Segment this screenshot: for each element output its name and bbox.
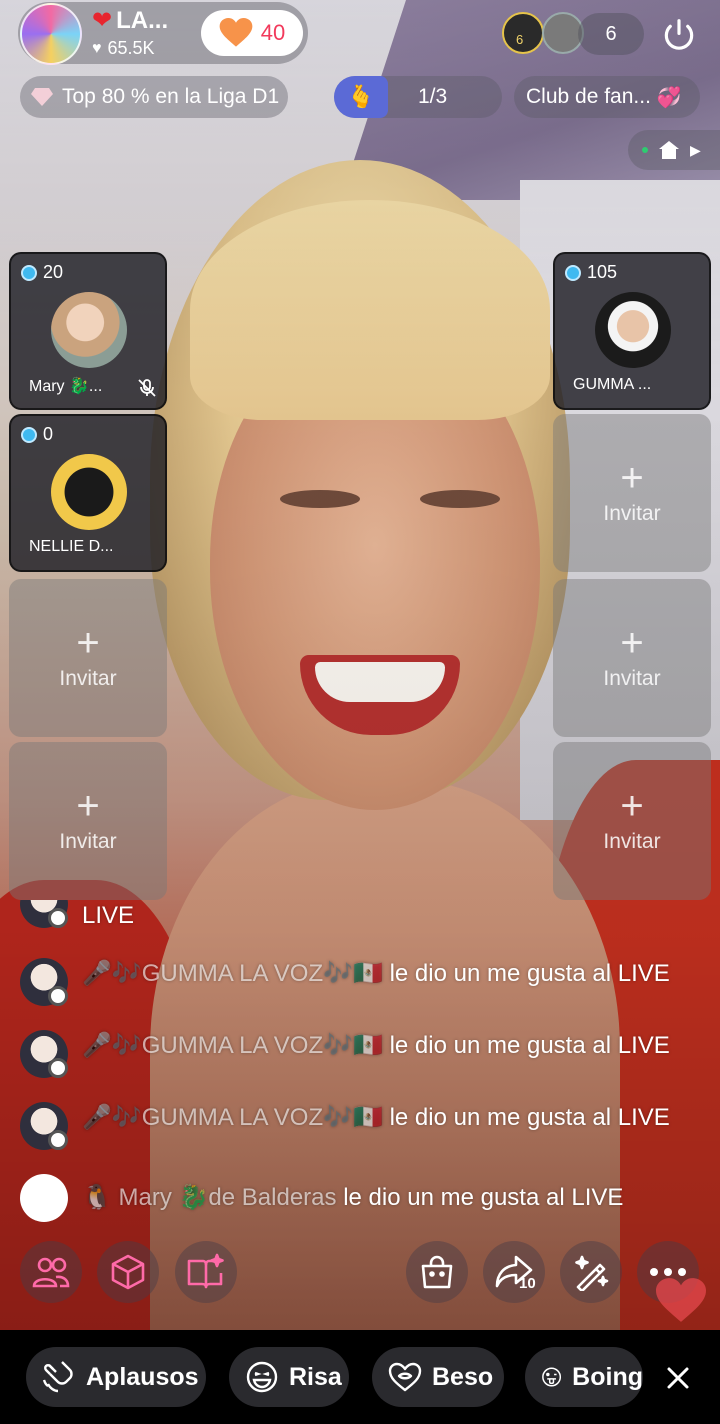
power-icon[interactable] [660,16,698,54]
guest-avatar[interactable] [595,292,671,368]
reaction-beso[interactable]: Beso [372,1347,504,1407]
users-icon [32,1257,70,1288]
guest-avatar[interactable] [51,454,127,530]
host-likes: ♥ 65.5K [92,38,155,58]
guest-score: 20 [21,262,63,283]
explore-button[interactable]: ▶ [628,130,720,170]
shop-button[interactable] [406,1241,468,1303]
badge-icon [48,986,68,1006]
kiss-icon [388,1362,422,1392]
invite-slot[interactable]: + Invitar [553,579,711,737]
guest-avatar[interactable] [51,292,127,368]
book-sparkle-icon [187,1253,224,1289]
beauty-button[interactable] [560,1241,622,1303]
host-avatar[interactable] [20,3,82,65]
status-dot-icon [642,147,648,153]
coin-icon [21,264,37,281]
guest-name: NELLIE D... [29,538,114,555]
home-icon [659,141,679,159]
effects-button[interactable] [97,1241,159,1303]
badge-icon [48,908,68,928]
follow-button[interactable]: 40 [201,10,303,56]
badge-icon [48,1130,68,1150]
comment-feed[interactable]: LIVE 🎤🎶GUMMA LA VOZ🎶🇲🇽 le dio un me gust… [20,900,710,1230]
floating-heart-icon [656,1278,706,1322]
heart-icon: ❤ [92,7,113,34]
clap-icon [42,1361,73,1393]
quick-reactions-bar: Aplausos Risa Beso Boing [0,1330,720,1424]
hand-gift-icon: 🫰 [334,76,388,118]
heart-icon: ♥ [92,39,102,57]
host-name[interactable]: ❤ LA... [92,6,168,35]
fan-club-badge[interactable]: Club de fan... 💞 [514,76,700,118]
plus-icon: + [620,456,644,500]
more-dots-icon [650,1268,686,1276]
invite-slot[interactable]: + Invitar [553,742,711,900]
viewer-count[interactable]: 6 [578,13,644,55]
guest-slot[interactable]: 105 GUMMA ... [553,252,711,410]
guest-score: 105 [565,262,617,283]
gift-goal[interactable]: 🫰 1/3 [334,76,502,118]
cube-icon [111,1254,145,1290]
badge-icon [48,1058,68,1078]
viewer-avatar[interactable]: 6 [502,12,544,54]
close-icon[interactable] [664,1364,692,1392]
hearts-icon: 💞 [656,86,682,109]
invite-slot[interactable]: + Invitar [553,414,711,572]
reaction-aplausos[interactable]: Aplausos [26,1347,206,1407]
share-count: 10 [519,1275,536,1292]
guest-score: 0 [21,424,53,445]
plus-icon: + [620,784,644,828]
multi-guest-button[interactable] [20,1241,82,1303]
gallery-button[interactable] [175,1241,237,1303]
league-badge[interactable]: Top 80 % en la Liga D1 [20,76,288,118]
mic-muted-icon [138,379,156,397]
coin-icon [21,426,37,443]
plus-icon: + [76,784,100,828]
shopping-bag-icon [421,1255,453,1289]
share-button[interactable]: 10 [483,1241,545,1303]
guest-name: GUMMA ... [573,376,652,393]
guest-slot[interactable]: 20 Mary 🐉... [9,252,167,410]
magic-wand-icon [575,1255,609,1291]
avatar[interactable] [20,1174,68,1222]
invite-slot[interactable]: + Invitar [9,579,167,737]
plus-icon: + [76,621,100,665]
invite-slot[interactable]: + Invitar [9,742,167,900]
arrow-right-icon: ▶ [690,141,701,158]
tongue-icon [542,1367,562,1387]
plus-icon: + [620,621,644,665]
orange-heart-icon [219,18,253,47]
guest-slot[interactable]: 0 NELLIE D... [9,414,167,572]
laugh-icon [246,1361,278,1393]
reaction-boing[interactable]: Boing [525,1347,643,1407]
coin-icon [565,264,581,281]
diamond-icon [31,88,53,106]
reaction-risa[interactable]: Risa [229,1347,349,1407]
